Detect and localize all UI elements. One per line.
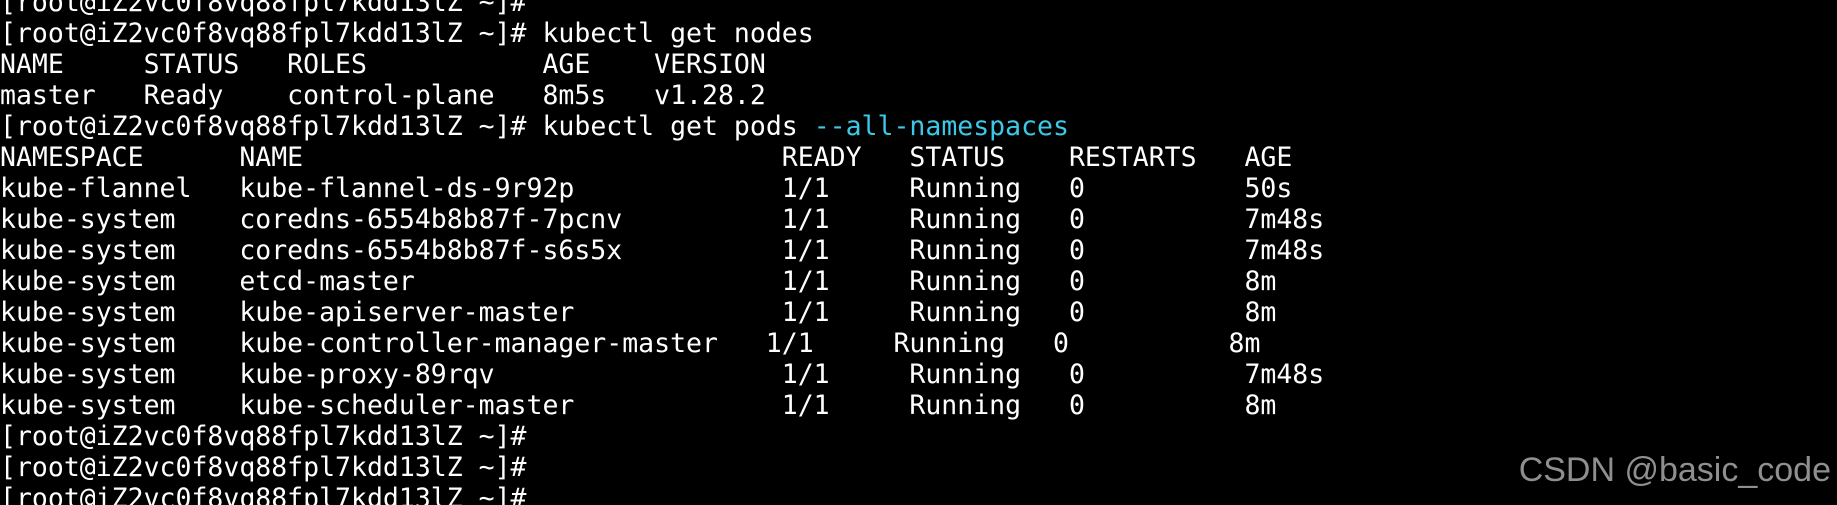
command-line-get-pods: [root@iZ2vc0f8vq88fpl7kdd13lZ ~]# kubect…: [0, 111, 1324, 142]
pods-table-row: kube-system etcd-master 1/1 Running 0 8m: [0, 266, 1277, 297]
terminal-output: [root@iZ2vc0f8vq88fpl7kdd13lZ ~]# [root@…: [0, 0, 1324, 505]
command-text: kubectl get pods: [542, 111, 814, 142]
pods-table-row: kube-system kube-apiserver-master 1/1 Ru…: [0, 297, 1277, 328]
prompt-line: [root@iZ2vc0f8vq88fpl7kdd13lZ ~]#: [0, 452, 527, 483]
prompt-line: [root@iZ2vc0f8vq88fpl7kdd13lZ ~]#: [0, 421, 527, 452]
nodes-table-header: NAME STATUS ROLES AGE VERSION: [0, 49, 766, 80]
command-text: kubectl get nodes: [542, 18, 814, 49]
shell-prompt: [root@iZ2vc0f8vq88fpl7kdd13lZ ~]#: [0, 18, 543, 49]
pods-table-row: kube-system kube-controller-manager-mast…: [0, 328, 1261, 359]
pods-table-row: kube-system coredns-6554b8b87f-7pcnv 1/1…: [0, 204, 1325, 235]
csdn-watermark: CSDN @basic_code: [1518, 451, 1831, 489]
pods-table-row: kube-system kube-proxy-89rqv 1/1 Running…: [0, 359, 1325, 390]
terminal-window[interactable]: [root@iZ2vc0f8vq88fpl7kdd13lZ ~]# [root@…: [0, 0, 1837, 505]
pods-table-header: NAMESPACE NAME READY STATUS RESTARTS AGE: [0, 142, 1293, 173]
nodes-table-row: master Ready control-plane 8m5s v1.28.2: [0, 80, 766, 111]
pods-table-row: kube-flannel kube-flannel-ds-9r92p 1/1 R…: [0, 173, 1293, 204]
pods-table-row: kube-system coredns-6554b8b87f-s6s5x 1/1…: [0, 235, 1325, 266]
prompt-line-previous: [root@iZ2vc0f8vq88fpl7kdd13lZ ~]#: [0, 0, 527, 18]
command-line-get-nodes: [root@iZ2vc0f8vq88fpl7kdd13lZ ~]# kubect…: [0, 18, 1324, 49]
pods-table-row: kube-system kube-scheduler-master 1/1 Ru…: [0, 390, 1277, 421]
shell-prompt: [root@iZ2vc0f8vq88fpl7kdd13lZ ~]#: [0, 111, 543, 142]
command-argument: --all-namespaces: [813, 111, 1069, 142]
prompt-line-current[interactable]: [root@iZ2vc0f8vq88fpl7kdd13lZ ~]#: [0, 483, 1324, 505]
